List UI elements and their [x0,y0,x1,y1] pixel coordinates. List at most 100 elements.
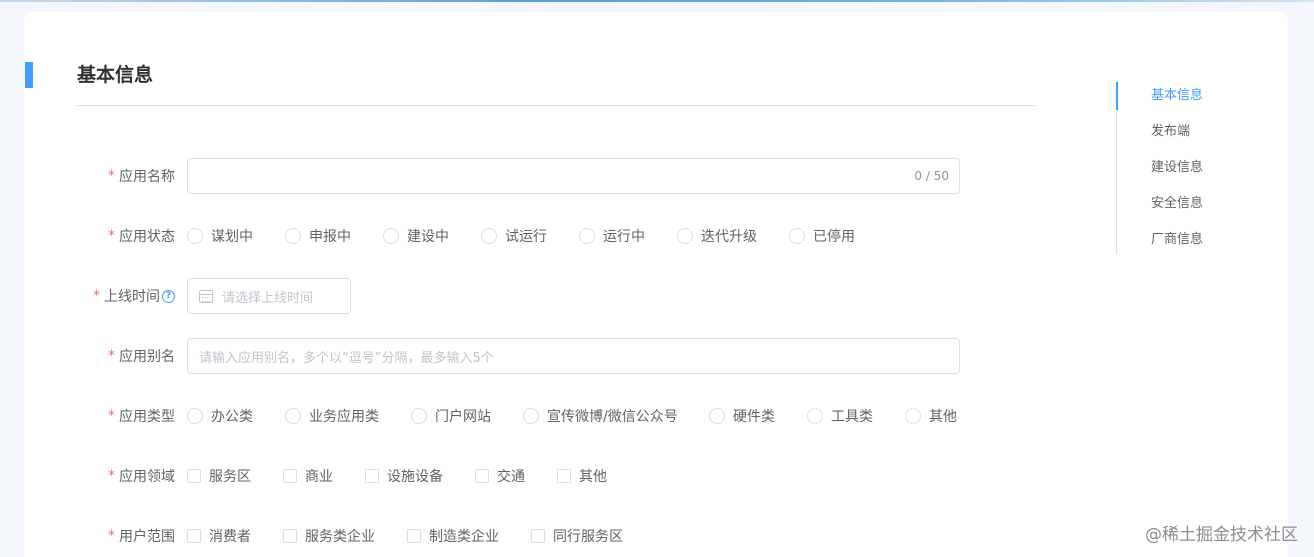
user-scope-label-text: 用户范围 [119,529,175,545]
checkbox-label: 服务区 [209,469,251,485]
user-scope-label: * 用户范围 [108,518,175,554]
launch-time-placeholder: 请选择上线时间 [222,290,314,306]
required-mark: * [93,288,100,304]
radio-label: 申报中 [309,229,351,245]
radio-type-3[interactable]: 宣传微博/微信公众号 [523,406,678,426]
section-divider [77,105,1035,106]
checkbox-scope-1[interactable]: 服务类企业 [283,526,375,546]
anchor-item-basic-info[interactable]: 基本信息 [1151,82,1203,110]
radio-type-5[interactable]: 工具类 [807,406,873,426]
checkbox-label: 同行服务区 [553,529,623,545]
radio-label: 迭代升级 [701,229,757,245]
app-alias-placeholder: 请输入应用别名，多个以“逗号”分隔，最多输入5个 [199,350,494,366]
radio-type-4[interactable]: 硬件类 [709,406,775,426]
checkbox-box[interactable] [557,469,571,483]
radio-circle[interactable] [411,408,427,424]
radio-circle[interactable] [285,408,301,424]
radio-status-5[interactable]: 迭代升级 [677,226,757,246]
anchor-nav: 基本信息 发布端 建设信息 安全信息 厂商信息 [1116,82,1266,254]
calendar-icon [199,289,213,303]
radio-circle[interactable] [807,408,823,424]
radio-status-4[interactable]: 运行中 [579,226,645,246]
checkbox-scope-0[interactable]: 消费者 [187,526,251,546]
radio-circle[interactable] [523,408,539,424]
anchor-item-publish-side[interactable]: 发布端 [1151,118,1190,146]
radio-circle[interactable] [481,228,497,244]
section-title: 基本信息 [77,64,154,86]
launch-time-label: * 上线时间 ? [93,278,175,314]
checkbox-domain-4[interactable]: 其他 [557,466,607,486]
checkbox-box[interactable] [187,529,201,543]
checkbox-scope-3[interactable]: 同行服务区 [531,526,623,546]
radio-label: 其他 [929,409,957,425]
radio-label: 业务应用类 [309,409,379,425]
radio-label: 建设中 [407,229,449,245]
radio-status-2[interactable]: 建设中 [383,226,449,246]
anchor-item-vendor-info[interactable]: 厂商信息 [1151,226,1203,254]
radio-label: 硬件类 [733,409,775,425]
checkbox-scope-2[interactable]: 制造类企业 [407,526,499,546]
radio-status-0[interactable]: 谋划中 [187,226,253,246]
checkbox-domain-1[interactable]: 商业 [283,466,333,486]
radio-circle[interactable] [677,228,693,244]
radio-circle[interactable] [187,228,203,244]
section-accent-bar [25,62,33,88]
app-status-label-text: 应用状态 [119,229,175,245]
top-accent-line [0,0,1314,2]
checkbox-domain-2[interactable]: 设施设备 [365,466,443,486]
radio-type-1[interactable]: 业务应用类 [285,406,379,426]
radio-label: 谋划中 [211,229,253,245]
watermark: @稀土掘金技术社区 [1145,525,1298,545]
launch-time-label-text: 上线时间 [104,289,160,305]
radio-circle[interactable] [905,408,921,424]
checkbox-label: 服务类企业 [305,529,375,545]
checkbox-label: 制造类企业 [429,529,499,545]
radio-status-1[interactable]: 申报中 [285,226,351,246]
checkbox-box[interactable] [283,469,297,483]
radio-circle[interactable] [383,228,399,244]
required-mark: * [108,228,115,244]
radio-label: 工具类 [831,409,873,425]
radio-type-6[interactable]: 其他 [905,406,957,426]
anchor-active-indicator [1116,82,1118,110]
anchor-item-construction-info[interactable]: 建设信息 [1151,154,1203,182]
required-mark: * [108,408,115,424]
app-alias-input[interactable]: 请输入应用别名，多个以“逗号”分隔，最多输入5个 [187,338,960,374]
app-name-counter: 0 / 50 [914,169,949,183]
launch-time-date-picker[interactable]: 请选择上线时间 [187,278,351,314]
radio-circle[interactable] [285,228,301,244]
checkbox-domain-3[interactable]: 交通 [475,466,525,486]
checkbox-box[interactable] [283,529,297,543]
app-domain-label-text: 应用领域 [119,469,175,485]
radio-label: 运行中 [603,229,645,245]
anchor-item-security-info[interactable]: 安全信息 [1151,190,1203,218]
radio-label: 试运行 [505,229,547,245]
radio-status-6[interactable]: 已停用 [789,226,855,246]
checkbox-box[interactable] [531,529,545,543]
app-alias-label: * 应用别名 [108,338,175,374]
checkbox-box[interactable] [187,469,201,483]
help-question-icon[interactable]: ? [162,289,175,303]
radio-circle[interactable] [709,408,725,424]
radio-circle[interactable] [187,408,203,424]
radio-label: 门户网站 [435,409,491,425]
checkbox-box[interactable] [475,469,489,483]
radio-label: 已停用 [813,229,855,245]
checkbox-label: 商业 [305,469,333,485]
app-type-label: * 应用类型 [108,398,175,434]
checkbox-box[interactable] [407,529,421,543]
app-name-label-text: 应用名称 [119,169,175,185]
radio-circle[interactable] [579,228,595,244]
radio-status-3[interactable]: 试运行 [481,226,547,246]
radio-type-0[interactable]: 办公类 [187,406,253,426]
checkbox-label: 其他 [579,469,607,485]
app-name-input[interactable]: 0 / 50 [187,158,960,194]
required-mark: * [108,528,115,544]
radio-circle[interactable] [789,228,805,244]
checkbox-box[interactable] [365,469,379,483]
required-mark: * [108,348,115,364]
checkbox-label: 消费者 [209,529,251,545]
checkbox-domain-0[interactable]: 服务区 [187,466,251,486]
radio-type-2[interactable]: 门户网站 [411,406,491,426]
app-name-label: * 应用名称 [108,158,175,194]
